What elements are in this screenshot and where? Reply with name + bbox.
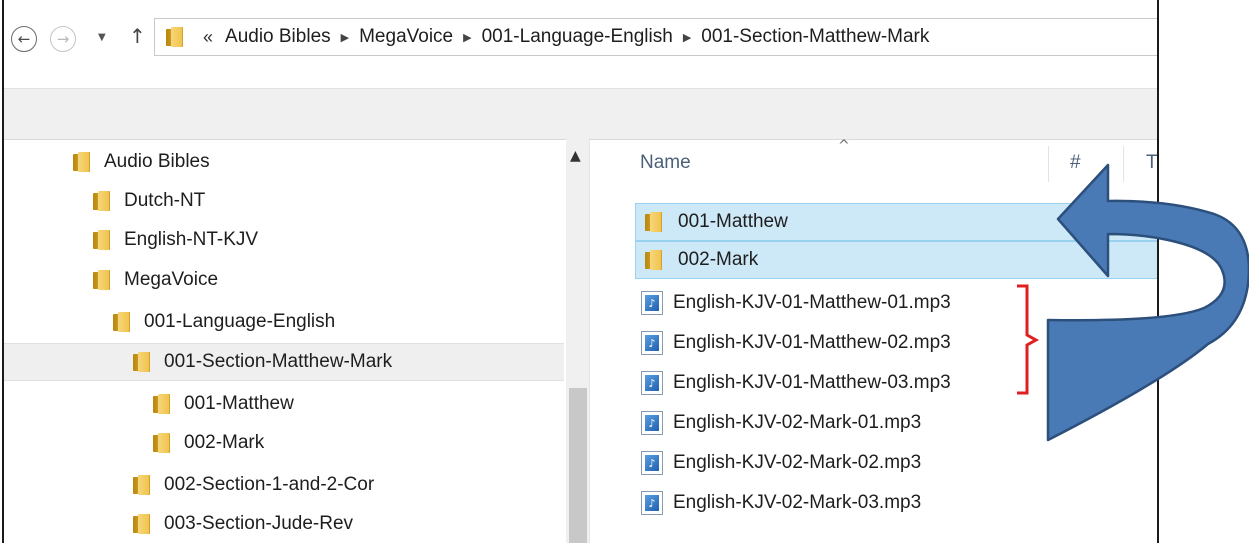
audio-file-icon: ♪ xyxy=(641,451,663,475)
tree-item-label: 001-Section-Matthew-Mark xyxy=(164,351,393,372)
folder-icon xyxy=(152,433,172,453)
file-list-pane: Name ^ # T 001-Matthew 002-Mark ♪ English… xyxy=(590,138,1157,543)
tree-item-section-1-and-2-cor[interactable]: 002-Section-1-and-2-Cor xyxy=(132,466,374,504)
folder-icon xyxy=(92,230,112,250)
tree-item-label: English-NT-KJV xyxy=(124,229,259,250)
file-row-folder-matthew[interactable]: 001-Matthew xyxy=(635,203,1157,241)
navigation-pane-scrollbar[interactable]: ▲ xyxy=(566,138,590,543)
tree-item-label: 002-Mark xyxy=(184,432,265,453)
file-name: English-KJV-02-Mark-01.mp3 xyxy=(673,412,922,433)
toolbar-band xyxy=(4,88,1157,140)
file-row-mp3[interactable]: ♪ English-KJV-02-Mark-01.mp3 xyxy=(635,404,1157,442)
breadcrumb-separator-icon[interactable]: ▶ xyxy=(463,31,471,44)
folder-icon xyxy=(92,270,112,290)
folder-icon xyxy=(152,394,172,414)
tree-item-label: Dutch-NT xyxy=(124,190,206,211)
back-arrow-icon: ← xyxy=(17,30,31,48)
tree-item-matthew[interactable]: 001-Matthew xyxy=(152,385,294,423)
breadcrumb-language-english[interactable]: 001-Language-English xyxy=(482,26,673,48)
audio-file-icon: ♪ xyxy=(641,491,663,515)
tree-item-label: 001-Language-English xyxy=(144,311,336,332)
file-row-mp3[interactable]: ♪ English-KJV-01-Matthew-01.mp3 xyxy=(635,284,1157,322)
breadcrumb-separator-icon[interactable]: ▶ xyxy=(341,31,349,44)
file-name: English-KJV-01-Matthew-01.mp3 xyxy=(673,292,951,313)
column-separator[interactable] xyxy=(1123,146,1124,182)
tree-item-label: 003-Section-Jude-Rev xyxy=(164,513,354,534)
overflow-chevron-icon[interactable]: « xyxy=(203,27,213,48)
forward-button[interactable]: → xyxy=(50,26,76,52)
folder-icon xyxy=(92,191,112,211)
file-row-mp3[interactable]: ♪ English-KJV-02-Mark-03.mp3 xyxy=(635,484,1157,522)
folder-icon xyxy=(644,212,664,232)
scroll-up-icon[interactable]: ▲ xyxy=(570,148,581,164)
file-name: 002-Mark xyxy=(678,249,759,270)
file-row-mp3[interactable]: ♪ English-KJV-01-Matthew-02.mp3 xyxy=(635,324,1157,362)
sort-ascending-icon: ^ xyxy=(838,138,850,154)
tree-item-section-jude-rev[interactable]: 003-Section-Jude-Rev xyxy=(132,505,353,543)
tree-item-english-nt-kjv[interactable]: English-NT-KJV xyxy=(92,221,258,259)
folder-icon xyxy=(644,250,664,270)
address-bar-row: ← → ▼ ↑ « Audio Bibles ▶ MegaVoice ▶ 001… xyxy=(4,0,1157,88)
file-row-folder-mark[interactable]: 002-Mark xyxy=(635,241,1157,279)
file-row-mp3[interactable]: ♪ English-KJV-02-Mark-02.mp3 xyxy=(635,444,1157,482)
forward-arrow-icon: → xyxy=(56,30,70,48)
audio-file-icon: ♪ xyxy=(641,331,663,355)
explorer-window: ← → ▼ ↑ « Audio Bibles ▶ MegaVoice ▶ 001… xyxy=(2,0,1159,543)
file-name: English-KJV-02-Mark-03.mp3 xyxy=(673,492,922,513)
audio-file-icon: ♪ xyxy=(641,291,663,315)
file-name: 001-Matthew xyxy=(678,211,788,232)
audio-file-icon: ♪ xyxy=(641,371,663,395)
navigation-pane: Audio Bibles Dutch-NT English-NT-KJV Meg… xyxy=(4,138,588,543)
folder-icon xyxy=(132,475,152,495)
tree-item-megavoice[interactable]: MegaVoice xyxy=(92,261,218,299)
column-header-name[interactable]: Name xyxy=(640,138,691,188)
tree-item-audio-bibles[interactable]: Audio Bibles xyxy=(72,143,210,181)
breadcrumb-megavoice[interactable]: MegaVoice xyxy=(359,26,453,48)
folder-icon xyxy=(112,312,132,332)
column-header-number[interactable]: # xyxy=(1070,138,1081,188)
tree-item-label: 001-Matthew xyxy=(184,393,294,414)
recent-locations-dropdown-icon[interactable]: ▼ xyxy=(98,32,106,43)
tree-item-section-matthew-mark[interactable]: 001-Section-Matthew-Mark xyxy=(4,343,564,381)
file-name: English-KJV-01-Matthew-02.mp3 xyxy=(673,332,951,353)
up-one-level-button[interactable]: ↑ xyxy=(129,24,146,48)
scrollbar-thumb[interactable] xyxy=(569,388,587,543)
breadcrumb-separator-icon[interactable]: ▶ xyxy=(683,31,691,44)
tree-item-language-english[interactable]: 001-Language-English xyxy=(112,303,335,341)
file-row-mp3[interactable]: ♪ English-KJV-01-Matthew-03.mp3 xyxy=(635,364,1157,402)
audio-file-icon: ♪ xyxy=(641,411,663,435)
address-path[interactable]: « Audio Bibles ▶ MegaVoice ▶ 001-Languag… xyxy=(154,18,1157,56)
folder-icon xyxy=(165,27,185,47)
file-name: English-KJV-02-Mark-02.mp3 xyxy=(673,452,922,473)
tree-item-label: Audio Bibles xyxy=(104,151,210,172)
tree-item-mark[interactable]: 002-Mark xyxy=(152,424,264,462)
column-header-title[interactable]: T xyxy=(1146,138,1157,188)
tree-item-label: MegaVoice xyxy=(124,269,219,290)
back-button[interactable]: ← xyxy=(11,26,37,52)
file-name: English-KJV-01-Matthew-03.mp3 xyxy=(673,372,951,393)
tree-item-label: 002-Section-1-and-2-Cor xyxy=(164,474,375,495)
tree-item-dutch-nt[interactable]: Dutch-NT xyxy=(92,182,205,220)
folder-icon xyxy=(132,514,152,534)
breadcrumb-section-matthew-mark[interactable]: 001-Section-Matthew-Mark xyxy=(701,26,929,48)
folder-icon xyxy=(132,352,152,372)
breadcrumb-audio-bibles[interactable]: Audio Bibles xyxy=(225,26,331,48)
column-separator[interactable] xyxy=(1048,146,1049,182)
folder-icon xyxy=(72,152,92,172)
